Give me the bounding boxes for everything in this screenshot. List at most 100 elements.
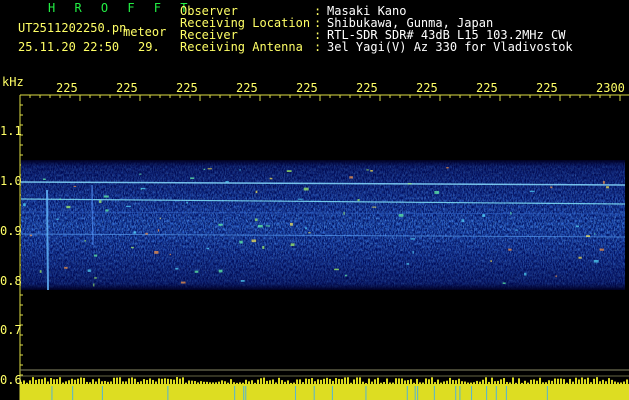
strip-spike <box>224 381 226 384</box>
strip-spike <box>530 379 532 384</box>
strip-spike <box>404 380 406 384</box>
strip-gap <box>495 386 497 400</box>
y-tick-label: 0.9 <box>0 224 22 238</box>
amplitude-strip <box>20 377 629 400</box>
strip-spike <box>278 377 280 384</box>
strip-gap <box>365 386 367 400</box>
strip-spike <box>470 382 472 384</box>
strip-spike <box>251 380 253 384</box>
strip-spike <box>32 377 34 384</box>
echo-dot <box>555 275 557 278</box>
strip-spike <box>113 377 115 384</box>
strip-spike <box>179 378 181 384</box>
echo-dot <box>398 214 404 217</box>
echo-count: 29. <box>138 40 160 54</box>
strip-spike <box>305 378 307 384</box>
echo-dot <box>524 272 527 276</box>
strip-spike <box>80 377 82 384</box>
strip-spike <box>338 378 340 384</box>
echo-dot <box>159 217 161 220</box>
echo-dot <box>206 247 210 250</box>
strip-spike <box>104 380 106 384</box>
strip-gap <box>245 386 247 400</box>
strip-spike <box>467 382 469 384</box>
strip-spike <box>182 377 184 384</box>
strip-spike <box>524 380 526 384</box>
echo-streak <box>91 184 94 246</box>
strip-spike <box>590 382 592 384</box>
strip-gap <box>433 386 435 400</box>
echo-dot <box>366 169 369 171</box>
strip-gap <box>243 386 245 400</box>
strip-spike <box>548 380 550 384</box>
strip-spike <box>452 379 454 384</box>
strip-spike <box>284 381 286 384</box>
strip-spike <box>344 377 346 384</box>
y-tick-label: 1.1 <box>0 124 22 138</box>
strip-spike <box>398 378 400 384</box>
strip-spike <box>578 379 580 384</box>
strip-spike <box>272 379 274 384</box>
strip-spike <box>212 382 214 384</box>
echo-dot <box>218 269 223 273</box>
strip-spike <box>23 380 25 384</box>
strip-spike <box>431 377 433 384</box>
strip-spike <box>323 378 325 384</box>
strip-spike <box>227 382 229 384</box>
strip-spike <box>560 378 562 384</box>
echo-dot <box>585 235 591 237</box>
echo-dot <box>29 234 33 237</box>
echo-dot <box>239 240 243 244</box>
strip-spike <box>233 382 235 384</box>
strip-spike <box>161 378 163 384</box>
echo-dot <box>180 281 186 284</box>
echo-dot <box>515 229 519 231</box>
strip-spike <box>434 382 436 384</box>
strip-spike <box>593 378 595 384</box>
x-axis-tick-marks <box>19 95 621 101</box>
file-name: UT2511202250.pn <box>18 21 127 35</box>
echo-dot <box>461 219 465 222</box>
strip-spike <box>362 381 364 384</box>
echo-dot <box>239 169 241 171</box>
echo-dot <box>482 214 486 217</box>
strip-spike <box>308 379 310 384</box>
strip-spike <box>500 379 502 384</box>
strip-spike <box>554 378 556 384</box>
strip-spike <box>347 377 349 384</box>
strip-spike <box>473 382 475 384</box>
strip-spike <box>386 378 388 384</box>
strip-spike <box>29 380 31 384</box>
strip-spike <box>71 378 73 384</box>
echo-dot <box>133 231 137 234</box>
strip-spike <box>506 381 508 384</box>
strip-spike <box>311 378 313 384</box>
strip-spike <box>350 382 352 384</box>
echo-dot <box>502 282 506 284</box>
strip-spike <box>443 381 445 384</box>
echo-streak <box>46 189 49 291</box>
spectrogram-plot <box>19 94 629 400</box>
strip-spike <box>173 379 175 384</box>
strip-spike <box>533 379 535 384</box>
strip-spike <box>260 378 262 384</box>
echo-dot <box>125 205 131 207</box>
strip-spike <box>146 379 148 384</box>
strip-spike <box>314 381 316 384</box>
strip-spike <box>536 380 538 384</box>
echo-dot <box>99 200 102 203</box>
strip-spike <box>137 382 139 384</box>
strip-spike <box>584 379 586 384</box>
echo-dot <box>334 268 339 271</box>
echo-dot <box>290 243 295 247</box>
strip-gap <box>455 386 457 400</box>
strip-spike <box>374 379 376 384</box>
strip-spike <box>599 381 601 384</box>
x-tick-label: 2300 <box>596 81 625 95</box>
strip-spike <box>167 378 169 384</box>
echo-dot <box>344 274 347 277</box>
file-type: meteor <box>123 25 167 39</box>
echo-dot <box>289 222 293 226</box>
strip-spike <box>395 378 397 384</box>
x-tick-label: 225 <box>476 81 498 95</box>
